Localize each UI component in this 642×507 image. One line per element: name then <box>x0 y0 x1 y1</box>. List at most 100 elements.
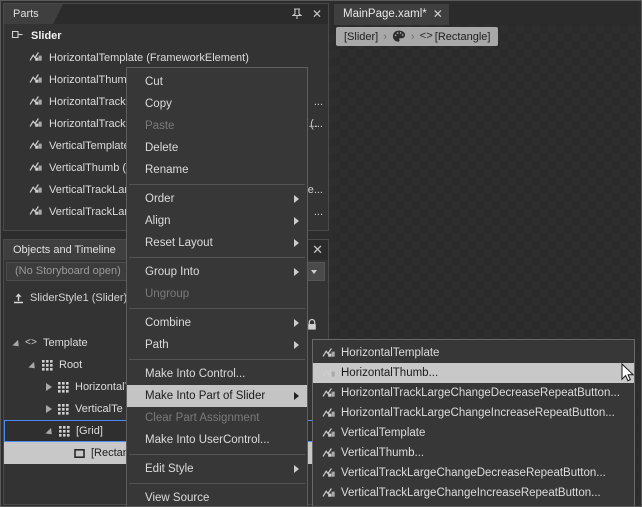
grid-icon <box>55 381 71 393</box>
submenu-item-label: HorizontalTemplate <box>341 347 440 359</box>
menu-item-combine[interactable]: Combine <box>127 312 307 334</box>
part-icon <box>321 447 337 459</box>
menu-item-label: Clear Part Assignment <box>145 412 260 424</box>
part-icon <box>321 367 337 379</box>
menu-item-label: Ungroup <box>145 288 190 300</box>
menu-item-label: Paste <box>145 120 175 132</box>
template-icon: <> <box>24 337 37 349</box>
menu-item-align[interactable]: Align <box>127 210 307 232</box>
menu-item-cut[interactable]: Cut <box>127 71 307 93</box>
submenu-item-horizontaltracklargechangeincreaserepeatbutton[interactable]: HorizontalTrackLargeChangeIncreaseRepeat… <box>313 403 634 423</box>
menu-item-copy[interactable]: Copy <box>127 93 307 115</box>
part-icon <box>321 387 337 399</box>
menu-item-label: Path <box>145 339 169 351</box>
chevron-right-icon <box>294 341 299 349</box>
close-icon[interactable]: ✕ <box>312 242 323 258</box>
menu-item-order[interactable]: Order <box>127 188 307 210</box>
menu-item-label: Rename <box>145 164 189 176</box>
submenu-item-verticalthumb[interactable]: VerticalThumb... <box>313 443 634 463</box>
submenu-item-label: VerticalTrackLargeChangeDecreaseRepeatBu… <box>341 467 606 479</box>
menu-item-reset-layout[interactable]: Reset Layout <box>127 232 307 254</box>
parts-list-item[interactable]: HorizontalTemplate (FrameworkElement) <box>5 47 327 69</box>
chevron-right-icon <box>294 195 299 203</box>
menu-item-delete[interactable]: Delete <box>127 137 307 159</box>
menu-item-label: Group Into <box>145 266 200 278</box>
document-tab-label: MainPage.xaml* <box>343 8 427 20</box>
menu-separator <box>129 184 305 185</box>
tree-item-label: Root <box>59 359 83 371</box>
menu-item-label: Edit Style <box>145 463 194 475</box>
part-icon <box>29 205 46 219</box>
menu-item-label: Copy <box>145 98 172 110</box>
chevron-down-icon[interactable] <box>43 427 56 437</box>
submenu-item-horizontaltemplate[interactable]: HorizontalTemplate <box>313 343 634 363</box>
menu-item-rename[interactable]: Rename <box>127 159 307 181</box>
part-icon <box>29 117 46 131</box>
tab-mainpage-xaml[interactable]: MainPage.xaml* ✕ <box>334 4 449 25</box>
close-icon[interactable]: ✕ <box>433 4 443 25</box>
context-menu[interactable]: Cut Copy Paste Delete Rename Order Align Reset … <box>126 67 308 506</box>
chevron-right-icon <box>294 239 299 247</box>
part-icon <box>29 139 46 153</box>
menu-item-label: Make Into UserControl... <box>145 434 270 446</box>
parts-root-item[interactable]: Slider <box>5 25 327 47</box>
tree-item-label: VerticalTe <box>75 403 123 415</box>
chevron-right-icon[interactable] <box>42 383 55 391</box>
tree-item-label: Template <box>43 337 88 349</box>
close-icon[interactable]: ✕ <box>310 6 324 22</box>
chevron-down-icon[interactable] <box>26 361 39 371</box>
storyboard-label: (No Storyboard open) <box>15 265 121 277</box>
submenu-item-verticaltemplate[interactable]: VerticalTemplate <box>313 423 634 443</box>
tab-parts[interactable]: Parts <box>4 4 63 24</box>
part-icon <box>29 73 46 87</box>
submenu-item-verticaltracklargechangedecreaserepeatbutton[interactable]: VerticalTrackLargeChangeDecreaseRepeatBu… <box>313 463 634 483</box>
menu-item-make-into-control[interactable]: Make Into Control... <box>127 363 307 385</box>
chevron-down-icon[interactable] <box>10 339 23 349</box>
parts-panel-buttons: ✕ <box>290 6 324 22</box>
grid-icon <box>39 359 55 371</box>
rectangle-icon <box>71 448 87 459</box>
submenu-item-horizontalthumb[interactable]: HorizontalThumb... <box>313 363 634 383</box>
truncation-marker: ... <box>313 96 323 108</box>
tab-objects-and-timeline[interactable]: Objects and Timeline <box>4 240 140 260</box>
menu-separator <box>129 257 305 258</box>
chevron-right-icon <box>294 268 299 276</box>
palette-icon[interactable] <box>392 30 406 43</box>
breadcrumb-item-slider[interactable]: [Slider] <box>344 31 378 43</box>
menu-item-ungroup: Ungroup <box>127 283 307 305</box>
make-into-part-of-slider-submenu[interactable]: HorizontalTemplate HorizontalThumb... Hori… <box>312 339 635 506</box>
menu-item-path[interactable]: Path <box>127 334 307 356</box>
blend-editor-window: MainPage.xaml* ✕ [Slider] › › <> [Rectan… <box>0 0 642 507</box>
submenu-item-horizontaltracklargechangedecreaserepeatbutton[interactable]: HorizontalTrackLargeChangeDecreaseRepeat… <box>313 383 634 403</box>
part-icon <box>321 487 337 499</box>
parts-tab-label: Parts <box>13 8 39 20</box>
menu-item-label: Cut <box>145 76 163 88</box>
part-icon <box>321 467 337 479</box>
menu-item-label: View Source <box>145 492 210 504</box>
menu-item-view-source[interactable]: View Source <box>127 487 307 506</box>
breadcrumb[interactable]: [Slider] › › <> [Rectangle] <box>336 27 499 46</box>
part-icon <box>321 347 337 359</box>
mouse-pointer-icon <box>621 362 635 383</box>
parts-list-item-label: HorizontalTemplate (FrameworkElement) <box>49 52 249 64</box>
menu-item-label: Delete <box>145 142 179 154</box>
grid-icon <box>55 403 71 415</box>
chevron-right-icon[interactable] <box>42 405 55 413</box>
menu-item-group-into[interactable]: Group Into <box>127 261 307 283</box>
breadcrumb-item-rectangle[interactable]: [Rectangle] <box>435 31 491 43</box>
submenu-item-verticaltracklargechangeincreaserepeatbutton[interactable]: VerticalTrackLargeChangeIncreaseRepeatBu… <box>313 483 634 503</box>
part-icon <box>29 183 46 197</box>
menu-item-make-into-part-of-slider[interactable]: Make Into Part of Slider <box>127 385 307 407</box>
menu-item-make-into-usercontrol[interactable]: Make Into UserControl... <box>127 429 307 451</box>
submenu-item-label: VerticalThumb... <box>341 447 425 459</box>
parts-root-label: Slider <box>31 30 62 42</box>
objects-tab-label: Objects and Timeline <box>13 244 116 256</box>
document-tabstrip: MainPage.xaml* ✕ <box>332 3 639 25</box>
menu-item-edit-style[interactable]: Edit Style <box>127 458 307 480</box>
pin-icon[interactable] <box>290 6 304 22</box>
submenu-item-label: VerticalTrackLargeChangeIncreaseRepeatBu… <box>341 487 601 499</box>
part-icon <box>29 161 46 175</box>
part-icon <box>321 407 337 419</box>
menu-item-clear-part-assignment: Clear Part Assignment <box>127 407 307 429</box>
submenu-item-label: HorizontalTrackLargeChangeIncreaseRepeat… <box>341 407 615 419</box>
